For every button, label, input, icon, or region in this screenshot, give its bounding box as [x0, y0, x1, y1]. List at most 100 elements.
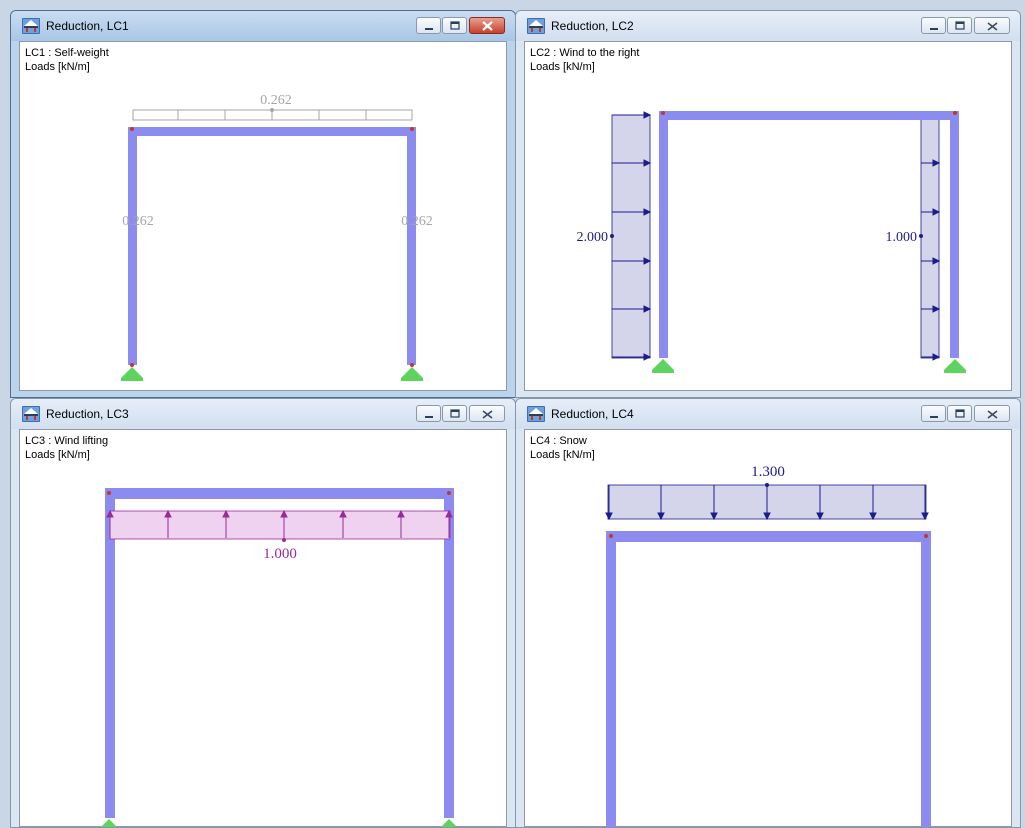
load-case-label: LC1 : Self-weight: [25, 47, 109, 59]
load-point: [765, 483, 769, 487]
info-panel: LC1 : Self-weight Loads [kN/m]: [25, 46, 109, 74]
support-base: [121, 378, 143, 381]
left-column: [659, 111, 668, 358]
close-icon: [482, 410, 493, 419]
info-panel: LC2 : Wind to the right Loads [kN/m]: [530, 46, 639, 74]
window-titlebar[interactable]: Reduction, LC3: [11, 399, 515, 429]
node: [410, 127, 414, 131]
maximize-icon: [450, 409, 460, 418]
support-right: [401, 367, 423, 378]
beam-load-label: 1.000: [263, 546, 297, 562]
load-case-label: LC3 : Wind lifting: [25, 435, 109, 447]
support-left: [652, 359, 674, 370]
beam: [606, 531, 931, 542]
node: [661, 111, 665, 115]
rstab-frame-icon: [527, 18, 545, 34]
units-label: Loads [kN/m]: [530, 61, 595, 73]
close-button[interactable]: [469, 405, 505, 422]
beam: [659, 111, 959, 120]
maximize-icon: [955, 409, 965, 418]
frame-model: 2.000 1.000: [577, 111, 966, 373]
support-base: [401, 378, 423, 381]
minimize-icon: [425, 416, 433, 418]
window-titlebar[interactable]: Reduction, LC2: [516, 11, 1020, 41]
graphics-canvas[interactable]: 1.300 LC4 : Snow Loads [kN/m]: [524, 429, 1012, 827]
right-column: [921, 531, 931, 827]
close-button[interactable]: [974, 17, 1010, 34]
graphics-canvas[interactable]: 1.000 LC3 : Wind lifting Loads [kN/m]: [19, 429, 507, 827]
graphics-canvas[interactable]: 0.262 0.262 0.262 LC1 : Self-weight Load…: [19, 41, 507, 391]
rstab-frame-icon: [22, 18, 40, 34]
left-wind-load-box: [611, 114, 651, 359]
beam-load-label: 0.262: [260, 93, 292, 108]
frame-model: 1.300: [605, 464, 931, 827]
frame-model: 1.000: [101, 488, 457, 827]
node: [410, 363, 414, 367]
support-base: [944, 370, 966, 373]
minimize-button[interactable]: [921, 405, 946, 422]
maximize-button[interactable]: [947, 405, 972, 422]
info-panel: LC4 : Snow Loads [kN/m]: [530, 434, 595, 462]
rstab-frame-icon: [22, 406, 40, 422]
beam: [128, 127, 416, 136]
window-lc4[interactable]: Reduction, LC4 1.300 LC4: Snow Loads [k…: [515, 398, 1021, 828]
minimize-button[interactable]: [416, 17, 441, 34]
load-point: [919, 234, 923, 238]
load-point: [270, 108, 274, 112]
right-load-label: 1.000: [886, 230, 918, 245]
load-point: [282, 538, 286, 542]
node: [447, 491, 451, 495]
close-icon: [481, 20, 494, 32]
right-load-label: 0.262: [401, 214, 433, 229]
support-left: [121, 367, 143, 378]
minimize-icon: [930, 28, 938, 30]
window-titlebar[interactable]: Reduction, LC4: [516, 399, 1020, 429]
right-wind-load-box: [920, 114, 940, 359]
close-button[interactable]: [469, 17, 505, 34]
info-panel: LC3 : Wind lifting Loads [kN/m]: [25, 434, 108, 462]
window-lc1[interactable]: Reduction, LC1 0.262 0.262 0.262 LC1: S…: [10, 10, 516, 398]
minimize-icon: [930, 416, 938, 418]
support-right: [944, 359, 966, 370]
node: [609, 534, 613, 538]
beam: [105, 488, 454, 499]
maximize-button[interactable]: [442, 405, 467, 422]
window-lc2[interactable]: Reduction, LC2 2.000 1.000 LC2: Wind to…: [515, 10, 1021, 398]
maximize-icon: [955, 21, 965, 30]
left-column: [606, 531, 616, 827]
maximize-button[interactable]: [947, 17, 972, 34]
support-base: [652, 370, 674, 373]
left-load-label: 2.000: [577, 230, 609, 245]
rstab-frame-icon: [527, 406, 545, 422]
window-titlebar[interactable]: Reduction, LC1: [11, 11, 515, 41]
maximize-button[interactable]: [442, 17, 467, 34]
load-case-label: LC2 : Wind to the right: [530, 47, 640, 59]
node: [107, 491, 111, 495]
minimize-icon: [425, 28, 433, 30]
load-case-label: LC4 : Snow: [530, 435, 587, 447]
window-title: Reduction, LC3: [46, 407, 129, 421]
load-point: [610, 234, 614, 238]
window-title: Reduction, LC2: [551, 19, 634, 33]
node: [924, 534, 928, 538]
frame-model: 0.262 0.262 0.262: [121, 93, 433, 381]
maximize-icon: [450, 21, 460, 30]
support-right: [441, 819, 457, 827]
node: [130, 363, 134, 367]
units-label: Loads [kN/m]: [25, 61, 90, 73]
node: [130, 127, 134, 131]
units-label: Loads [kN/m]: [25, 449, 90, 461]
right-column: [950, 111, 959, 358]
minimize-button[interactable]: [416, 405, 441, 422]
minimize-button[interactable]: [921, 17, 946, 34]
right-column: [407, 127, 416, 365]
window-title: Reduction, LC1: [46, 19, 129, 33]
window-lc3[interactable]: Reduction, LC3 1.000 LC3: Wind lifting …: [10, 398, 516, 828]
graphics-canvas[interactable]: 2.000 1.000 LC2 : Wind to the right Load…: [524, 41, 1012, 391]
support-left: [101, 819, 117, 827]
window-title: Reduction, LC4: [551, 407, 634, 421]
close-button[interactable]: [974, 405, 1010, 422]
close-icon: [987, 410, 998, 419]
units-label: Loads [kN/m]: [530, 449, 595, 461]
close-icon: [987, 22, 998, 31]
